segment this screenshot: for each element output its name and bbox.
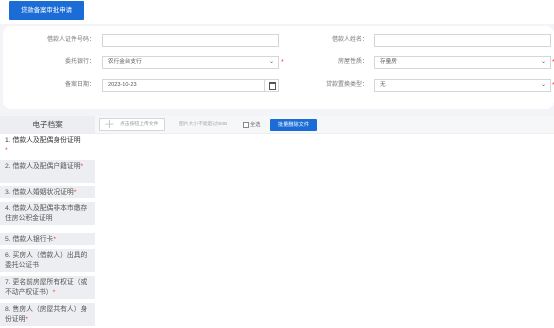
document-item-2[interactable]: 2. 借款人及配偶户籍证明* (0, 160, 95, 184)
id-number-input[interactable] (102, 34, 279, 47)
document-item-label: 6. 买房人（借款人）出具的委托公证书 (5, 252, 88, 269)
document-item-4[interactable]: 4. 借款人及配偶非本市缴存住房公积金证明 (0, 202, 95, 226)
document-item-1[interactable]: 1. 借款人及配偶身份证明 * (0, 134, 95, 158)
upload-file-button[interactable]: ＋ 点击按钮上传文件 (99, 118, 165, 131)
document-item-7[interactable]: 7. 更名前房屋所有权证（或不动产权证书）* (0, 276, 95, 300)
plus-icon: ＋ (104, 119, 115, 131)
document-item-5[interactable]: 5. 借款人银行卡* (0, 233, 95, 246)
bank-select-value: 农行金台支行 (108, 59, 142, 65)
required-mark: * (5, 147, 8, 154)
archive-toolbar: ＋ 点击按钮上传文件 图片大小不能超过5MB 全选 批量删除文件 (95, 116, 554, 134)
batch-delete-button[interactable]: 批量删除文件 (270, 119, 317, 131)
document-item-label: 1. 借款人及配偶身份证明 (5, 137, 81, 144)
bank-label: 委托银行： (64, 59, 95, 65)
select-all-checkbox[interactable]: 全选 (243, 121, 260, 129)
required-mark: * (52, 289, 56, 296)
document-item-label: 5. 借款人银行卡 (5, 236, 54, 243)
loan-type-select-value: 无 (380, 82, 386, 88)
loan-type-label: 贷款置换类型： (325, 82, 368, 88)
borrower-name-input[interactable] (374, 34, 551, 47)
borrower-name-label: 借款人姓名： (331, 37, 368, 43)
select-all-label: 全选 (250, 122, 261, 128)
chevron-down-icon: ⌄ (540, 59, 546, 65)
document-item-3[interactable]: 3. 借款人婚姻状况证明* (0, 186, 95, 199)
tab-loan-record-application[interactable]: 贷款备案审批申请 (9, 1, 84, 20)
document-item-label: 8. 售房人（房屋共有人）身份证明 (5, 306, 88, 323)
document-item-8[interactable]: 8. 售房人（房屋共有人）身份证明* (0, 303, 95, 327)
loan-type-select[interactable]: 无 ⌄ (374, 79, 551, 92)
house-type-select-value: 存量房 (380, 59, 397, 65)
required-mark: * (73, 189, 77, 196)
document-item-label: 3. 借款人婚姻状况证明 (5, 189, 74, 196)
required-mark: * (25, 316, 29, 323)
document-item-6[interactable]: 6. 买房人（借款人）出具的委托公证书 (0, 249, 95, 273)
upload-file-label: 点击按钮上传文件 (120, 122, 159, 127)
chevron-down-icon: ⌄ (268, 59, 274, 65)
bank-required-mark: * (281, 59, 284, 66)
file-size-note: 图片大小不能超过5MB (179, 122, 228, 127)
required-mark: * (53, 236, 56, 243)
bank-select[interactable]: 农行金台支行 ⌄ (102, 56, 279, 69)
record-date-value: 2023-10-23 (108, 82, 137, 88)
required-mark: * (80, 163, 84, 170)
document-item-label: 4. 借款人及配偶非本市缴存住房公积金证明 (5, 205, 88, 222)
electronic-archive-panel: 电子档案 ＋ 点击按钮上传文件 图片大小不能超过5MB 全选 批量删除文件 1.… (0, 116, 554, 328)
calendar-icon[interactable] (264, 79, 278, 92)
id-number-label: 借款人证件号码： (46, 37, 95, 43)
chevron-down-icon: ⌄ (540, 82, 546, 88)
document-item-label: 7. 更名前房屋所有权证（或不动产权证书） (5, 279, 88, 296)
document-item-label: 2. 借款人及配偶户籍证明 (5, 163, 81, 170)
archive-header: 电子档案 (0, 116, 95, 134)
record-date-input[interactable]: 2023-10-23 (102, 79, 279, 92)
record-date-label: 备案日期： (64, 82, 95, 88)
checkbox-icon[interactable] (243, 121, 249, 128)
house-type-label: 房屋性质： (337, 59, 368, 65)
house-type-select[interactable]: 存量房 ⌄ (374, 56, 551, 69)
top-bar: 贷款备案审批申请 (0, 0, 554, 24)
application-form: 借款人证件号码： 借款人姓名： 委托银行： 农行金台支行 ⌄ * 房屋性质： 存… (3, 26, 554, 109)
